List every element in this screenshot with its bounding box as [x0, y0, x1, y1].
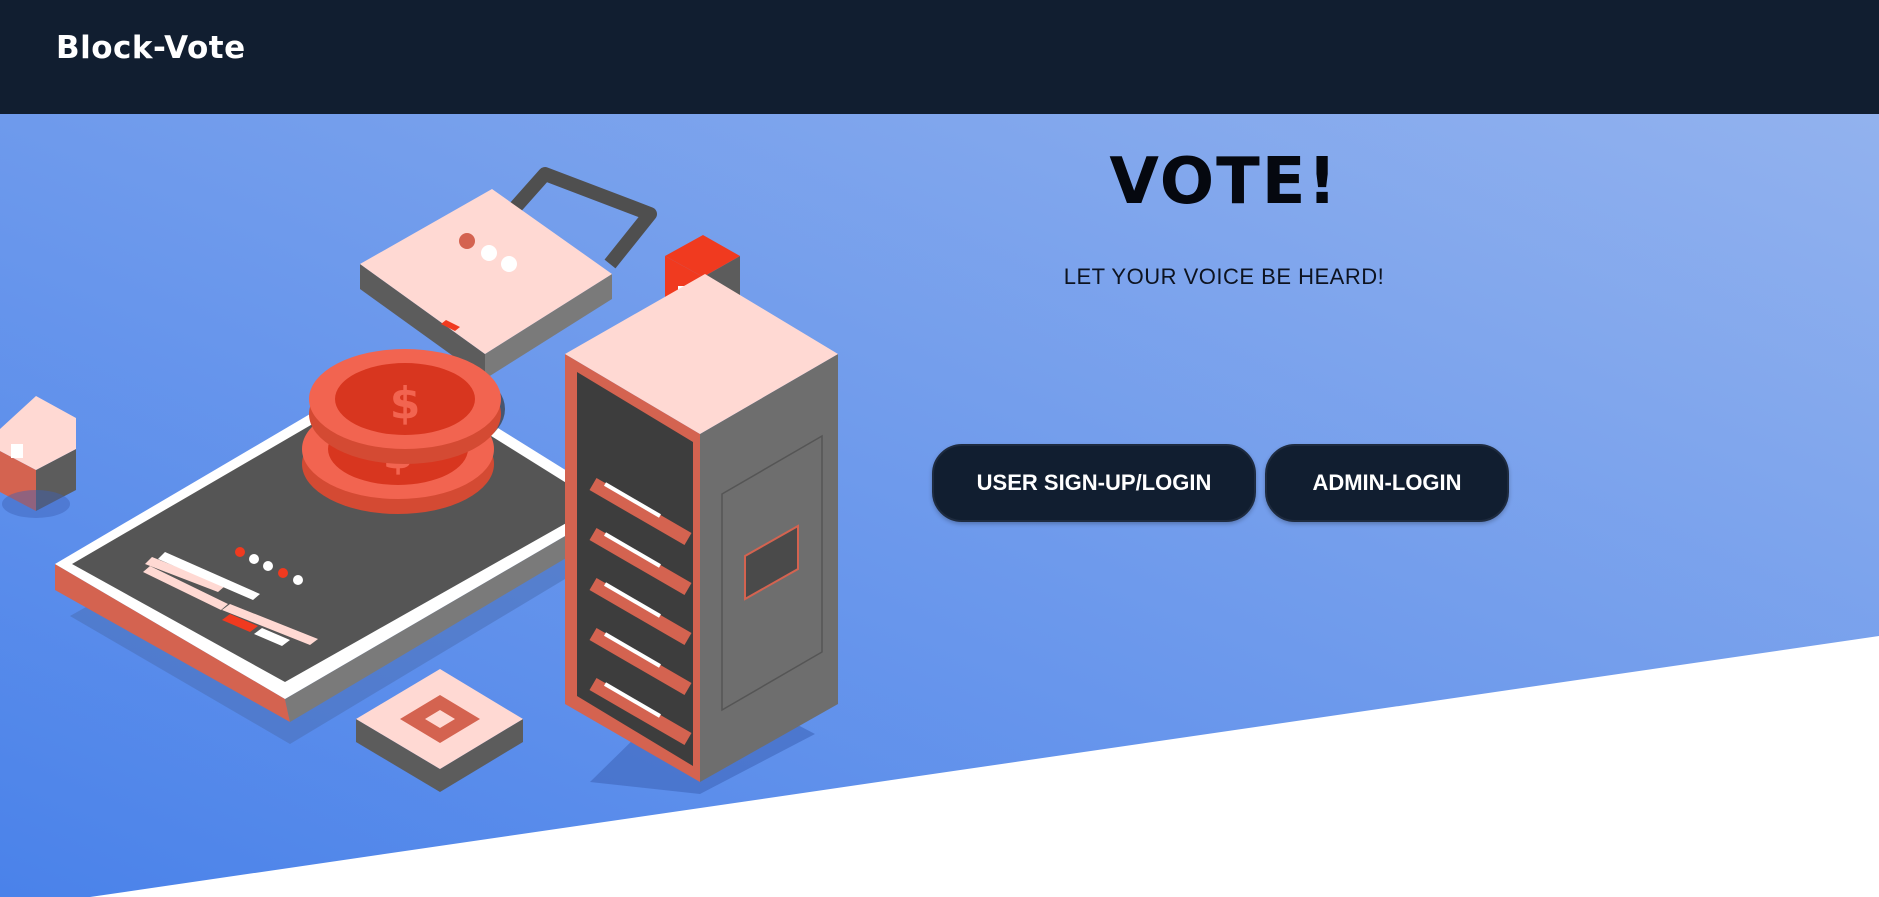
svg-text:$: $ — [390, 378, 421, 429]
user-login-button[interactable]: USER SIGN-UP/LOGIN — [932, 444, 1256, 522]
login-button-row: USER SIGN-UP/LOGIN ADMIN-LOGIN — [930, 444, 1518, 524]
hero-tagline: LET YOUR VOICE BE HEARD! — [1063, 264, 1385, 289]
brand-logo[interactable]: Block-Vote — [56, 30, 246, 66]
coin-stack-icon: $ $ — [302, 349, 505, 514]
hero-content: VOTE! LET YOUR VOICE BE HEARD! USER SIGN… — [930, 145, 1518, 522]
hero-headline: VOTE! — [1109, 145, 1339, 219]
server-rack-icon — [565, 274, 838, 794]
top-navbar: Block-Vote — [0, 0, 1879, 114]
admin-login-button[interactable]: ADMIN-LOGIN — [1265, 444, 1509, 522]
